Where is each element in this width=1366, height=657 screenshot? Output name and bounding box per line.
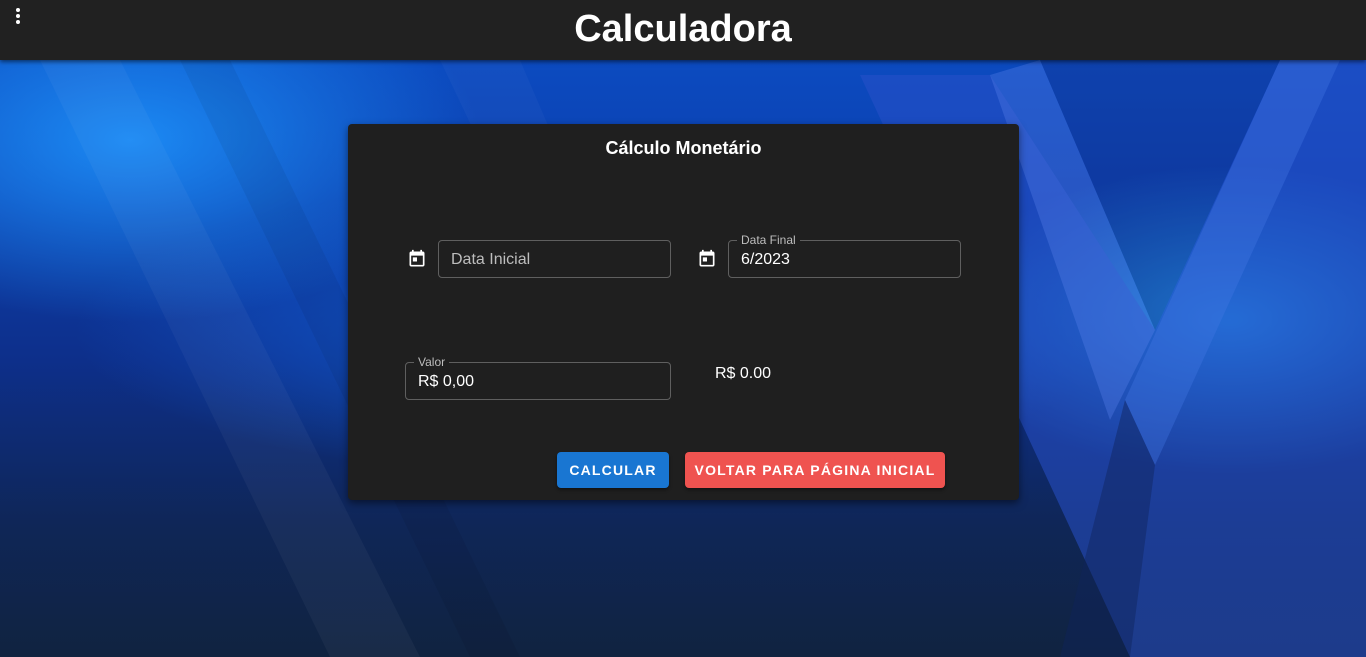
amount-input[interactable] — [418, 363, 658, 401]
app-title: Calculadora — [574, 8, 792, 50]
monetary-calculation-card: Cálculo Monetário Data Final Valor R$ 0.… — [348, 124, 1019, 500]
start-date-field[interactable] — [438, 240, 671, 279]
end-date-field[interactable]: Data Final — [728, 233, 961, 279]
calendar-icon[interactable] — [407, 249, 427, 269]
back-home-button[interactable]: VOLTAR PARA PÁGINA INICIAL — [685, 452, 945, 488]
calendar-icon[interactable] — [697, 249, 717, 269]
amount-field[interactable]: Valor — [405, 355, 671, 401]
start-date-input[interactable] — [451, 241, 658, 279]
calculate-button[interactable]: CALCULAR — [557, 452, 669, 488]
app-bar: Calculadora — [0, 0, 1366, 60]
result-value: R$ 0.00 — [715, 365, 772, 382]
end-date-input[interactable] — [741, 241, 948, 279]
card-title: Cálculo Monetário — [605, 138, 762, 158]
